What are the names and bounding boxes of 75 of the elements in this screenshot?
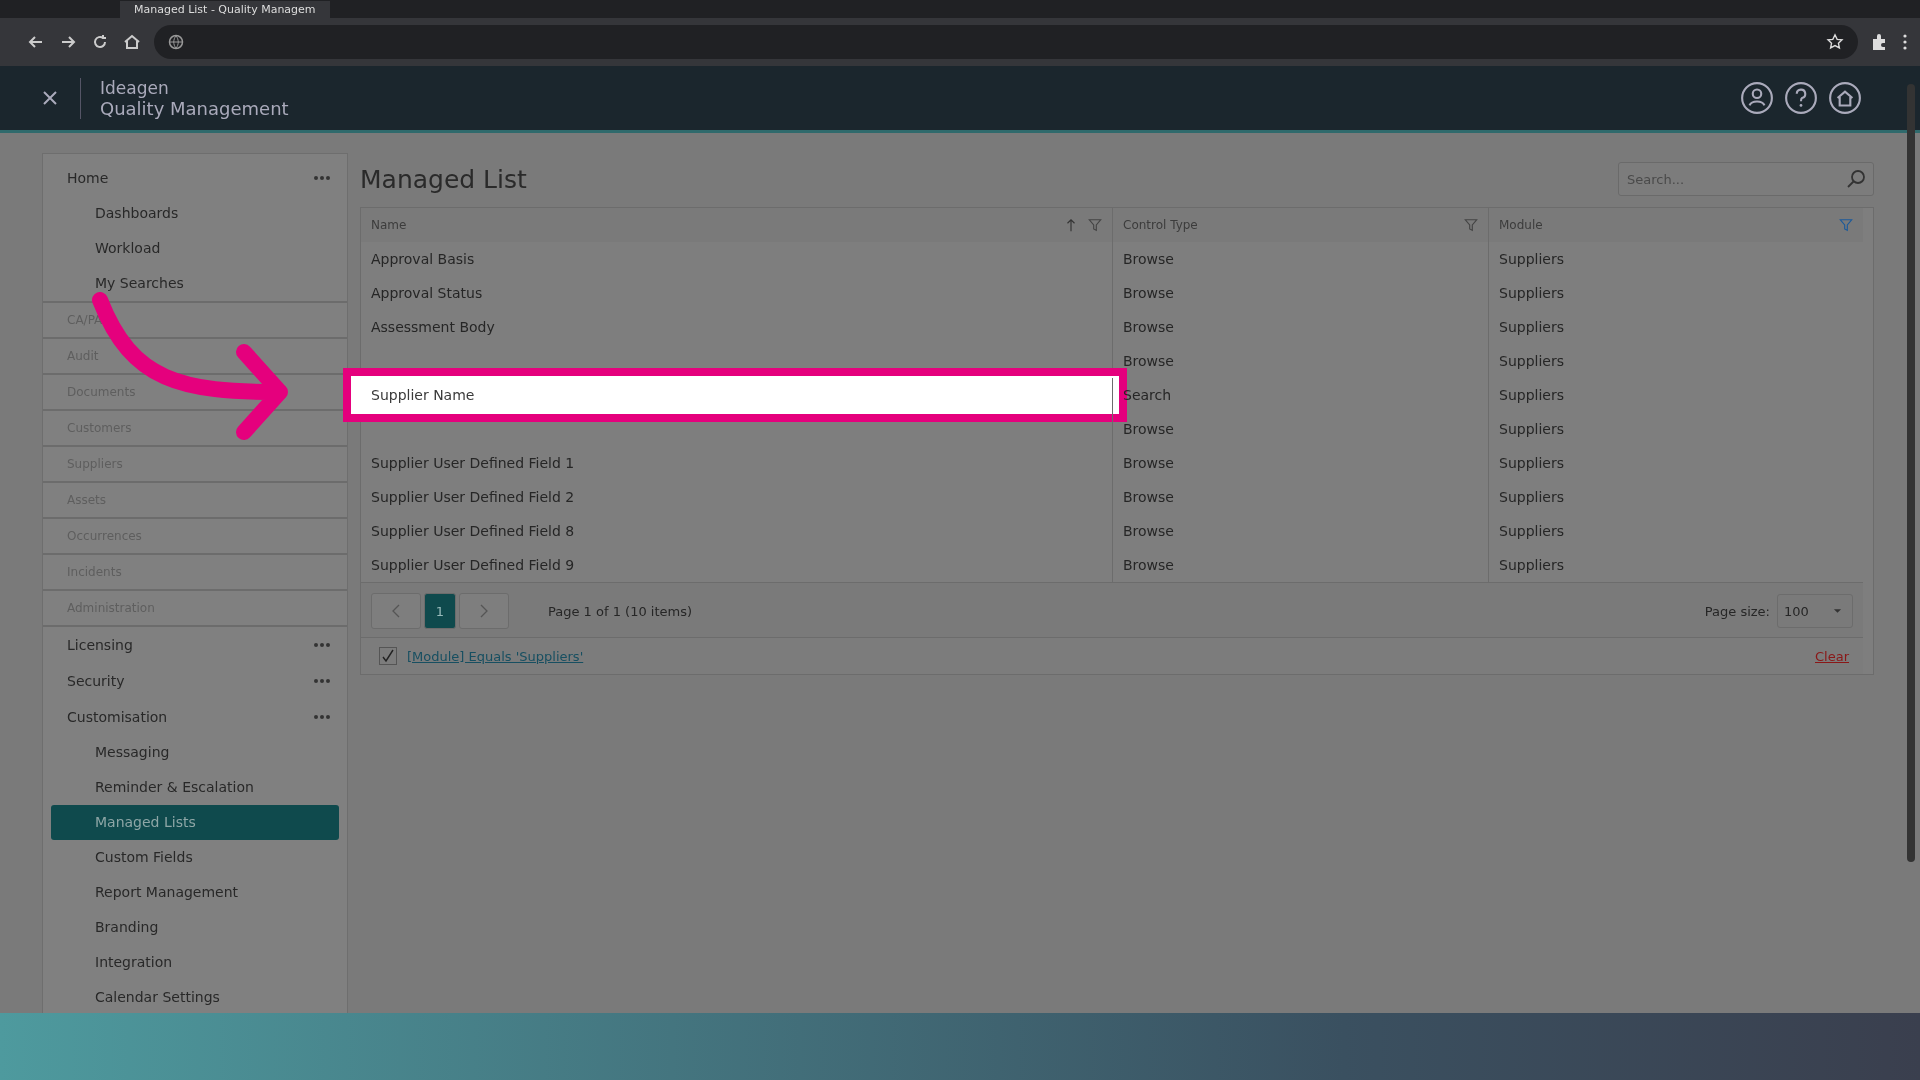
table-cell: Browse — [1123, 557, 1174, 573]
caret-icon — [1833, 608, 1842, 614]
chevron-left-icon — [391, 603, 401, 619]
sidebar-subitem[interactable]: Branding — [51, 910, 339, 945]
sidebar-subitem[interactable]: Integration — [51, 945, 339, 980]
filter-icon[interactable] — [1464, 218, 1478, 232]
globe-icon — [168, 34, 184, 50]
table-cell: Suppliers — [1499, 421, 1564, 437]
sort-arrow-icon[interactable] — [1064, 218, 1078, 232]
help-icon[interactable] — [1784, 81, 1818, 115]
sidebar-subitem[interactable]: Report Management — [51, 875, 339, 910]
sidebar-subitem[interactable]: Reminder & Escalation — [51, 770, 339, 805]
table-cell: Assessment Body — [371, 319, 495, 335]
chevron-right-icon — [479, 603, 489, 619]
page-size-dropdown[interactable]: 100 — [1777, 594, 1853, 628]
sidebar-item[interactable]: Customisation — [67, 709, 168, 725]
table-cell: Browse — [1123, 251, 1174, 267]
sidebar-item[interactable]: Licensing — [67, 637, 133, 653]
column-header[interactable]: Control Type — [1123, 218, 1198, 232]
table-cell: Browse — [1123, 285, 1174, 301]
page-button[interactable]: 1 — [424, 593, 456, 629]
brand-name: Ideagen — [100, 77, 170, 98]
more-icon[interactable] — [313, 642, 331, 648]
table-cell: Suppliers — [1499, 251, 1564, 267]
table-cell: Suppliers — [1499, 523, 1564, 539]
table-cell: Approval Status — [371, 285, 483, 301]
home-icon[interactable] — [122, 32, 142, 52]
table-cell: Browse — [1123, 523, 1174, 539]
table-cell: Suppliers — [1499, 455, 1564, 471]
page-title: Managed List — [360, 164, 527, 194]
table-cell: Supplier User Defined Field 8 — [371, 523, 575, 539]
page-summary: Page 1 of 1 (10 items) — [548, 603, 693, 619]
table-cell: Supplier User Defined Field 9 — [371, 557, 575, 573]
table-cell: Suppliers — [1499, 319, 1564, 335]
more-icon[interactable] — [313, 714, 331, 720]
table-cell: Suppliers — [1499, 353, 1564, 369]
table-cell: Suppliers — [1499, 285, 1564, 301]
table-cell: Approval Basis — [371, 251, 475, 267]
filter-icon[interactable] — [1088, 218, 1102, 232]
sidebar-subitem[interactable]: Workload — [51, 231, 339, 266]
table-cell: Suppliers — [1499, 557, 1564, 573]
table-cell: Supplier Name — [371, 387, 475, 403]
table-cell: Browse — [1123, 353, 1174, 369]
browser-tab[interactable]: Managed List - Quality Managem — [120, 1, 330, 18]
menu-icon[interactable] — [1902, 32, 1908, 52]
table-cell: Browse — [1123, 319, 1174, 335]
sidebar-subitem[interactable]: Managed Lists — [51, 805, 339, 840]
table-cell: Browse — [1123, 489, 1174, 505]
search-icon[interactable] — [1846, 169, 1866, 189]
table-cell: Browse — [1123, 421, 1174, 437]
home-icon[interactable] — [1828, 81, 1862, 115]
sidebar-subitem[interactable]: Dashboards — [51, 196, 339, 231]
more-icon[interactable] — [313, 175, 331, 181]
table-cell: Browse — [1123, 455, 1174, 471]
sidebar-subitem[interactable]: Calendar Settings — [51, 980, 339, 1015]
sidebar-subitem[interactable]: Messaging — [51, 735, 339, 770]
table-cell: Supplier User Defined Field 2 — [371, 489, 575, 505]
table-cell: Suppliers — [1499, 489, 1564, 505]
table-cell: Supplier User Defined Field 1 — [371, 455, 575, 471]
sidebar-item[interactable]: Security — [67, 673, 125, 689]
sidebar-item[interactable]: Home — [67, 170, 109, 186]
column-header[interactable]: Module — [1499, 218, 1543, 232]
user-icon[interactable] — [1740, 81, 1774, 115]
more-icon[interactable] — [313, 678, 331, 684]
page-size-label: Page size: — [1704, 603, 1770, 619]
sidebar-subitem[interactable]: My Searches — [51, 266, 339, 301]
table-cell: Suppliers — [1499, 387, 1564, 403]
sidebar-subitem[interactable]: Custom Fields — [51, 840, 339, 875]
scrollbar[interactable] — [1907, 84, 1915, 862]
star-icon[interactable] — [1826, 33, 1844, 51]
filter-checkbox[interactable] — [379, 647, 397, 665]
clear-link[interactable]: Clear — [1815, 648, 1849, 664]
column-header[interactable]: Name — [371, 218, 407, 232]
product-name: Quality Management — [100, 97, 289, 119]
filter-link[interactable]: [Module] Equals 'Suppliers' — [407, 648, 584, 664]
